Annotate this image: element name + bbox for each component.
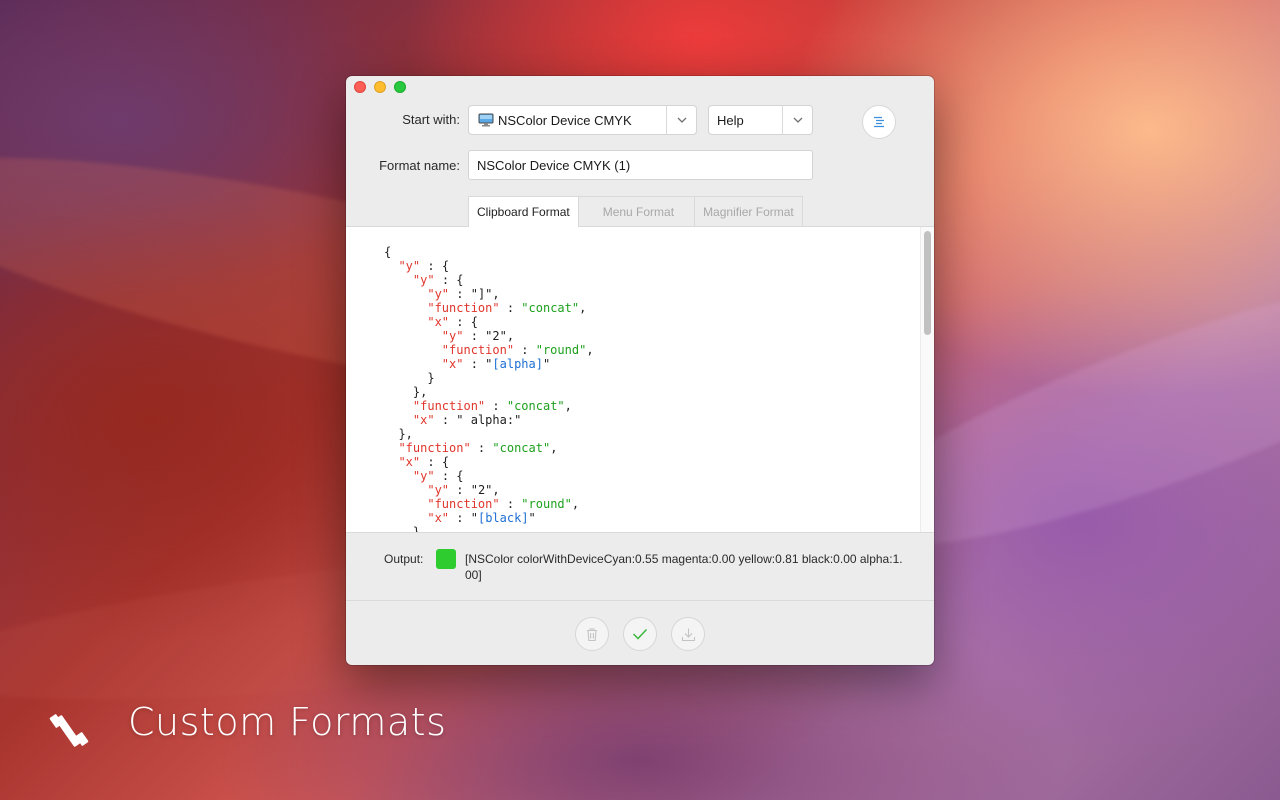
code-line: "x" : {: [398, 455, 450, 469]
code-line: },: [384, 427, 413, 441]
code-line: },: [384, 385, 428, 399]
code-line: }: [384, 371, 435, 385]
align-lines-icon: [874, 116, 884, 128]
code-line: "x" : "[black]": [427, 511, 536, 525]
code-line: "function" : "concat",: [427, 301, 587, 315]
confirm-button[interactable]: [623, 617, 657, 651]
help-value: Help: [717, 112, 744, 128]
checkmark-icon: [632, 628, 648, 640]
code-line: "y" : {: [412, 469, 464, 483]
format-code-button[interactable]: [862, 105, 896, 139]
code-line: "function" : "concat",: [412, 399, 572, 413]
format-name-field[interactable]: NSColor Device CMYK (1): [468, 150, 813, 180]
zoom-window-button[interactable]: [394, 81, 406, 93]
code-line: "y" : {: [398, 259, 450, 273]
code-line: "y" : "2",: [441, 329, 515, 343]
output-color-swatch: [436, 549, 456, 569]
footer-toolbar: [346, 600, 934, 665]
code-line: "y" : "2",: [427, 483, 500, 497]
code-line: "function" : "round",: [427, 497, 580, 511]
tab-clipboard-format[interactable]: Clipboard Format: [468, 196, 579, 227]
code-line: "x" : " alpha:": [412, 413, 522, 427]
delete-button[interactable]: [575, 617, 609, 651]
code-line: "function" : "round",: [441, 343, 594, 357]
code-editor[interactable]: { "y" : { "y" : { "y" : "]", "function" …: [346, 226, 934, 532]
code-line: "y" : "]",: [427, 287, 500, 301]
code-line: {: [384, 245, 392, 259]
code-line: "x" : "[alpha]": [441, 357, 551, 371]
caption-title: Custom Formats: [128, 700, 447, 744]
chevron-down-icon: [677, 117, 686, 123]
download-icon: [681, 628, 695, 641]
format-name-label: Format name:: [379, 158, 460, 173]
code-line: },: [384, 525, 428, 532]
start-with-label: Start with:: [402, 112, 460, 127]
tab-magnifier-format[interactable]: Magnifier Format: [694, 196, 803, 226]
custom-format-window: Start with: NSColor Device CMYK Help For…: [346, 76, 934, 665]
start-with-popup[interactable]: NSColor Device CMYK: [468, 105, 697, 135]
scrollbar-thumb[interactable]: [924, 231, 931, 335]
minimize-window-button[interactable]: [374, 81, 386, 93]
chevron-down-icon: [793, 117, 802, 123]
help-popup[interactable]: Help: [708, 105, 813, 135]
display-icon: [478, 113, 494, 127]
output-label: Output:: [384, 552, 424, 566]
code-line: "function" : "concat",: [398, 441, 558, 455]
format-code[interactable]: { "y" : { "y" : { "y" : "]", "function" …: [384, 245, 594, 532]
export-button[interactable]: [671, 617, 705, 651]
code-line: "x" : {: [427, 315, 478, 329]
format-tabs: Clipboard Format Menu Format Magnifier F…: [468, 196, 803, 227]
close-window-button[interactable]: [354, 81, 366, 93]
output-text: [NSColor colorWithDeviceCyan:0.55 magent…: [465, 552, 903, 582]
app-logo: [48, 708, 92, 752]
output-row: Output: [NSColor colorWithDeviceCyan:0.5…: [346, 532, 934, 600]
trash-icon: [587, 627, 597, 641]
tab-menu-format[interactable]: Menu Format: [577, 196, 696, 226]
code-line: "y" : {: [412, 273, 464, 287]
editor-scrollbar[interactable]: [920, 227, 934, 532]
titlebar: [346, 76, 934, 98]
start-with-value: NSColor Device CMYK: [498, 112, 632, 128]
